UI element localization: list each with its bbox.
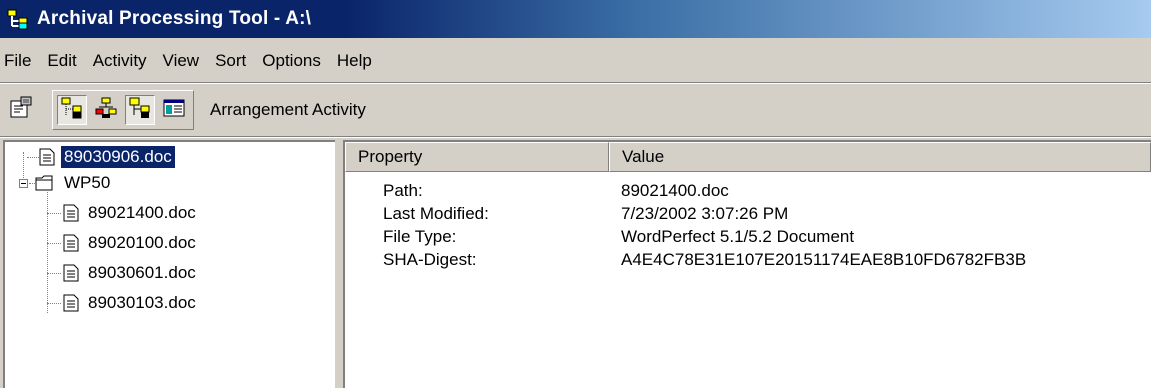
toolbar: Arrangement Activity [0,86,1151,134]
collapse-toggle[interactable] [19,179,28,188]
tree-connector [47,273,61,274]
menu-help[interactable]: Help [329,51,380,71]
list-header: Property Value [345,142,1151,172]
tree-item-label: 89030103.doc [88,293,196,312]
folder-open-icon [35,174,55,192]
tree-view-button[interactable] [57,95,87,125]
tree-item-folder[interactable]: WP50 [35,170,113,196]
tree-active-icon [129,97,151,124]
tree-item-label: WP50 [64,173,111,192]
document-icon [63,234,79,252]
property-name: Path: [383,181,423,200]
pane-splitter[interactable] [335,140,343,388]
activity-label: Arrangement Activity [210,100,366,119]
toolbar-separator [0,136,1151,138]
tree-connector [47,213,61,214]
tree-icon [61,97,83,124]
tree-split-button[interactable] [91,95,121,125]
menu-bar: File Edit Activity View Sort Options Hel… [0,42,1151,80]
tree-item-label: 89020100.doc [88,233,196,252]
property-name: Last Modified: [383,204,489,223]
property-name: File Type: [383,227,457,246]
tree-item-label: 89021400.doc [88,203,196,222]
menu-view[interactable]: View [155,51,208,71]
menu-edit[interactable]: Edit [39,51,84,71]
title-bar[interactable]: Archival Processing Tool - A:\ [0,0,1151,38]
tree-item-label: 89030601.doc [88,263,196,282]
tree-connector [47,303,61,304]
properties-icon [9,96,33,125]
document-icon [63,294,79,312]
list-view-button[interactable] [159,95,189,125]
column-header-value[interactable]: Value [609,142,1151,172]
folder-tree[interactable]: 89030906.doc WP50 89021400.doc 89020100.… [3,140,335,388]
document-icon [39,148,55,166]
tree-item-file[interactable]: 89030906.doc [39,144,176,170]
tree-item-label: 89030906.doc [60,145,176,169]
window-title: Archival Processing Tool - A:\ [37,8,312,29]
property-value: A4E4C78E31E107E20151174EAE8B10FD6782FB3B [621,250,1027,269]
tree-item-file[interactable]: 89021400.doc [63,200,199,226]
property-value: WordPerfect 5.1/5.2 Document [621,227,855,246]
column-header-property[interactable]: Property [345,142,609,172]
menu-file[interactable]: File [0,51,39,71]
list-view-icon [163,97,185,124]
tree-split-icon [95,97,117,124]
property-value: 7/23/2002 3:07:26 PM [621,204,789,223]
tree-active-button[interactable] [125,95,155,125]
menu-sort[interactable]: Sort [207,51,254,71]
view-mode-group [52,90,194,130]
property-value: 89021400.doc [621,181,729,200]
properties-list[interactable]: Property Value Path: 89021400.doc Last M… [343,140,1151,388]
property-name: SHA-Digest: [383,250,477,269]
tree-item-file[interactable]: 89020100.doc [63,230,199,256]
properties-button[interactable] [6,95,36,125]
menu-separator [0,82,1151,84]
menu-activity[interactable]: Activity [85,51,155,71]
tree-item-file[interactable]: 89030601.doc [63,260,199,286]
tree-connector [47,192,48,313]
document-icon [63,204,79,222]
tree-connector [27,157,39,158]
tree-item-file[interactable]: 89030103.doc [63,290,199,316]
app-tree-icon [7,8,29,30]
tree-connector [47,243,61,244]
document-icon [63,264,79,282]
menu-options[interactable]: Options [254,51,329,71]
